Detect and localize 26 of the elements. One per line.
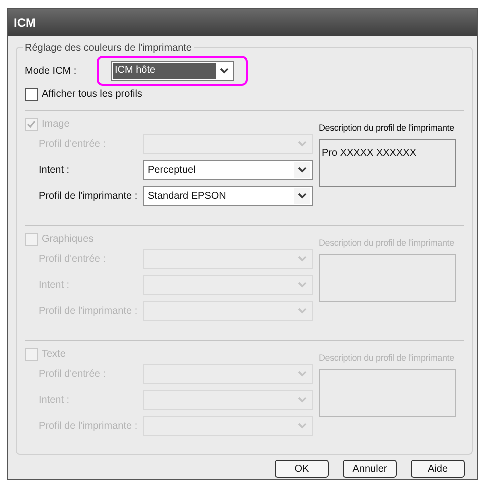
dialog-button[interactable]: Aide [411, 460, 465, 478]
caret-icon [298, 282, 306, 288]
field-label: Profil de l'imprimante : [39, 190, 139, 204]
caret-icon [298, 308, 306, 314]
dialog-button[interactable]: Annuler [343, 460, 397, 478]
section-label: Image [42, 118, 70, 132]
description-label: Description du profil de l'imprimante [319, 122, 456, 135]
caret-icon [298, 193, 306, 199]
caret-icon [298, 371, 306, 377]
mode-dropdown[interactable]: ICM hôte [111, 61, 234, 81]
group-title: Réglage des couleurs de l'imprimante [23, 41, 194, 56]
caret-icon [298, 167, 306, 173]
dialog-button[interactable]: OK [275, 460, 329, 478]
caret-icon [220, 68, 228, 74]
caret-icon [298, 397, 306, 403]
field-label: Mode ICM : [25, 64, 78, 78]
checkbox-label: Afficher tous les profils [42, 88, 142, 102]
section-label: Texte [42, 348, 66, 362]
caret-icon [298, 256, 306, 262]
field-label: Intent : [39, 164, 71, 178]
caret-icon [298, 141, 306, 147]
section-label: Graphiques [42, 233, 94, 247]
caret-icon [298, 423, 306, 429]
description-text: Pro XXXXX XXXXXX [322, 148, 416, 158]
window-title: ICM [14, 14, 36, 32]
checkbox[interactable] [25, 88, 38, 101]
